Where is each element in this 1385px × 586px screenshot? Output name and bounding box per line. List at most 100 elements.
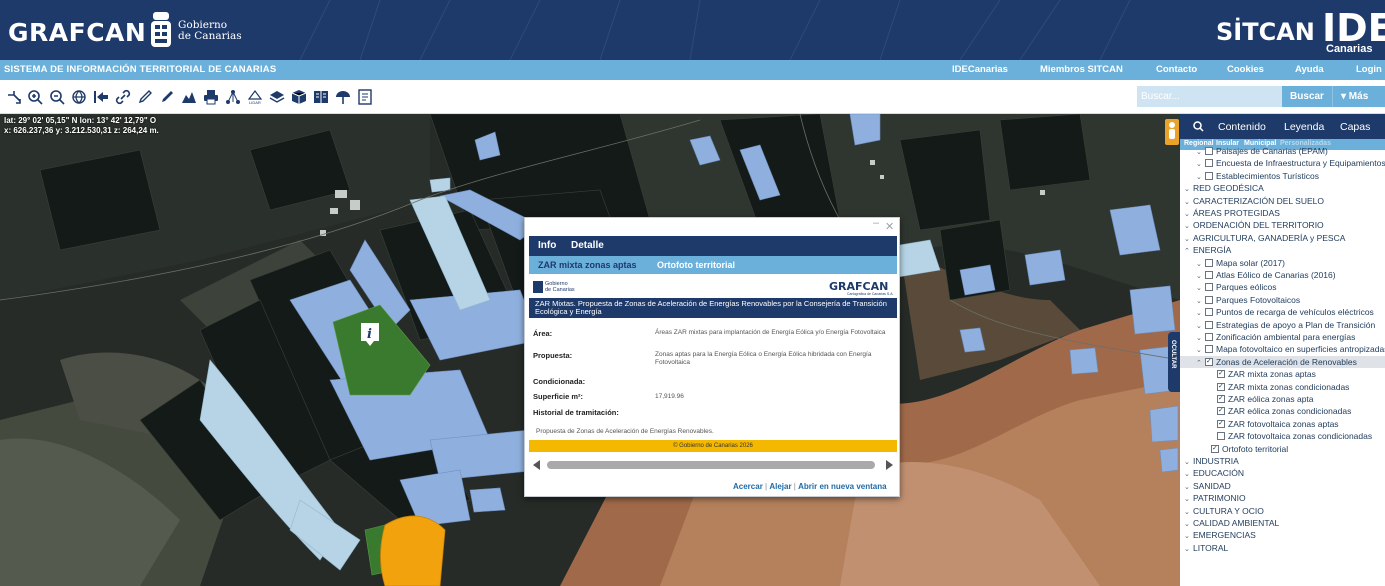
layer-tree-item[interactable]: ZAR eólica zonas apta xyxy=(1180,393,1385,405)
layer-tree-item[interactable]: ⌄ ORDENACIÓN DEL TERRITORIO xyxy=(1180,219,1385,231)
network-icon[interactable] xyxy=(225,89,241,105)
tab-leyenda[interactable]: Leyenda xyxy=(1284,121,1324,133)
layer-tree-item[interactable]: ⌄ Zonificación ambiental para energías xyxy=(1180,331,1385,343)
layer-tree-item[interactable]: ZAR eólica zonas condicionadas xyxy=(1180,405,1385,417)
document-icon[interactable] xyxy=(357,89,373,105)
nav-link-miembros[interactable]: Miembros SITCAN xyxy=(1040,64,1123,75)
nav-link-contacto[interactable]: Contacto xyxy=(1156,64,1197,75)
layer-tree-item[interactable]: ⌄ Puntos de recarga de vehículos eléctric… xyxy=(1180,306,1385,318)
layer-checkbox[interactable] xyxy=(1205,283,1213,292)
layer-tree-item[interactable]: ⌄ CARACTERIZACIÓN DEL SUELO xyxy=(1180,195,1385,207)
scroll-left-icon[interactable] xyxy=(533,460,540,470)
scroll-thumb[interactable] xyxy=(547,461,875,469)
nav-link-cookies[interactable]: Cookies xyxy=(1227,64,1264,75)
layer-tree-item[interactable]: ⌄ Atlas Eólico de Canarias (2016) xyxy=(1180,269,1385,281)
layer-checkbox[interactable] xyxy=(1205,333,1213,341)
nav-link-login[interactable]: Login xyxy=(1356,64,1382,75)
layer-tree-item[interactable]: ⌄ ÁREAS PROTEGIDAS xyxy=(1180,207,1385,219)
layer-tree-item[interactable]: ⌄ Encuesta de Infraestructura y Equipamie… xyxy=(1180,157,1385,169)
layer-checkbox[interactable] xyxy=(1205,159,1213,168)
scroll-right-icon[interactable] xyxy=(886,460,893,470)
layer-checkbox[interactable] xyxy=(1205,271,1213,279)
layer-checkbox[interactable] xyxy=(1217,393,1225,405)
layer-tree-item[interactable]: ⌄ EMERGENCIAS xyxy=(1180,529,1385,541)
nav-link-idecanarias[interactable]: IDECanarias xyxy=(952,64,1008,75)
print-icon[interactable] xyxy=(203,89,219,105)
globe-icon[interactable] xyxy=(71,89,87,105)
alejar-link[interactable]: Alejar xyxy=(769,482,791,491)
layer-tree-item[interactable]: ⌃Zonas de Aceleración de Renovables xyxy=(1180,355,1385,368)
horizontal-scrollbar[interactable] xyxy=(533,459,893,471)
layer-tree-item[interactable]: ⌄ PATRIMONIO xyxy=(1180,492,1385,504)
acercar-link[interactable]: Acercar xyxy=(733,482,763,491)
layer-tree-item[interactable]: ⌄ INDUSTRIA xyxy=(1180,455,1385,467)
search-icon[interactable] xyxy=(1193,121,1204,132)
layer-tree-item[interactable]: ⌄ EDUCACIÓN xyxy=(1180,467,1385,479)
layer-checkbox[interactable] xyxy=(1217,368,1225,380)
tab-ortofoto[interactable]: Ortofoto territorial xyxy=(657,260,735,270)
sitcan-logo[interactable]: SİTCAN xyxy=(1216,18,1315,46)
layer-tree-item[interactable]: ⌄ CALIDAD AMBIENTAL xyxy=(1180,517,1385,529)
layer-checkbox[interactable] xyxy=(1205,320,1213,329)
layer-tree-item[interactable]: ⌄ SANIDAD xyxy=(1180,480,1385,492)
close-icon[interactable]: ✕ xyxy=(885,220,894,233)
abrir-nueva-ventana-link[interactable]: Abrir en nueva ventana xyxy=(798,482,886,491)
lidar-icon[interactable]: LIDAR xyxy=(247,89,263,105)
layer-tree-item[interactable]: ⌄ CULTURA Y OCIO xyxy=(1180,505,1385,517)
chevron-down-icon[interactable]: ⌄ xyxy=(1184,544,1193,556)
layer-tree-item[interactable]: ⌄ RED GEODÉSICA xyxy=(1180,182,1385,194)
pencil-icon[interactable] xyxy=(159,89,175,105)
book-icon[interactable] xyxy=(313,89,329,105)
layer-tree-item[interactable]: ⌄ LITORAL xyxy=(1180,542,1385,554)
layer-checkbox[interactable] xyxy=(1205,171,1213,180)
layer-tree-item[interactable]: ZAR fotovoltaica zonas aptas xyxy=(1180,418,1385,430)
hide-panel-tab[interactable]: OCULTAR xyxy=(1168,332,1180,392)
pencil-outline-icon[interactable] xyxy=(137,89,153,105)
select-icon[interactable] xyxy=(6,89,22,105)
map-view[interactable]: i lat: 29° 02' 05,15" N lon: 13° 42' 12,… xyxy=(0,114,1180,586)
minimize-icon[interactable]: ‒ xyxy=(873,217,879,229)
layer-checkbox[interactable] xyxy=(1205,308,1213,317)
zoom-in-icon[interactable] xyxy=(27,89,43,105)
back-icon[interactable] xyxy=(93,89,109,105)
layer-checkbox[interactable] xyxy=(1205,295,1213,304)
parachute-icon[interactable] xyxy=(335,89,351,105)
pegman-icon[interactable] xyxy=(1165,119,1179,145)
layer-tree-item[interactable]: ⌄ Mapa fotovoltaico en superficies antrop… xyxy=(1180,343,1385,355)
layer-checkbox[interactable] xyxy=(1205,147,1213,155)
layer-checkbox[interactable] xyxy=(1217,405,1225,417)
layer-tree-item[interactable]: ⌄ Establecimientos Turísticos xyxy=(1180,170,1385,182)
nav-link-ayuda[interactable]: Ayuda xyxy=(1295,64,1324,75)
link-icon[interactable] xyxy=(115,89,131,105)
zoom-out-icon[interactable] xyxy=(49,89,65,105)
layer-tree-item[interactable]: Ortofoto territorial xyxy=(1180,443,1385,455)
profile-icon[interactable] xyxy=(181,89,197,105)
layers-icon[interactable] xyxy=(269,89,285,105)
layer-tree-item[interactable]: ZAR mixta zonas aptas xyxy=(1180,368,1385,380)
tab-contenido[interactable]: Contenido xyxy=(1218,121,1266,133)
tab-zar-mixta[interactable]: ZAR mixta zonas aptas xyxy=(538,260,637,270)
tab-detalle[interactable]: Detalle xyxy=(571,240,604,251)
layer-tree-item[interactable]: ⌄ Paisajes de Canarias (EPAM) xyxy=(1180,145,1385,157)
layer-tree-item[interactable]: ⌄ Estrategias de apoyo a Plan de Transici… xyxy=(1180,319,1385,331)
layer-checkbox[interactable] xyxy=(1217,381,1225,393)
layer-tree-item[interactable]: ⌄ Parques Fotovoltaicos xyxy=(1180,294,1385,306)
3d-icon[interactable] xyxy=(291,89,307,105)
grafcan-logo[interactable]: GRAFCAN xyxy=(8,18,146,47)
layer-checkbox[interactable] xyxy=(1205,345,1213,354)
layer-tree-item[interactable]: ZAR mixta zonas condicionadas xyxy=(1180,381,1385,393)
tab-info[interactable]: Info xyxy=(538,240,556,251)
search-button[interactable]: Buscar xyxy=(1282,86,1332,107)
layer-tree-item[interactable]: ⌄ Mapa solar (2017) xyxy=(1180,257,1385,269)
layer-checkbox[interactable] xyxy=(1217,418,1225,430)
layer-tree-item[interactable]: ⌃ ENERGÍA xyxy=(1180,244,1385,256)
more-button[interactable]: ▾ Más xyxy=(1332,86,1385,107)
layer-checkbox[interactable] xyxy=(1211,443,1219,455)
layer-tree-item[interactable]: ⌄ AGRICULTURA, GANADERÍA y PESCA xyxy=(1180,232,1385,244)
layer-checkbox[interactable] xyxy=(1205,356,1213,368)
tab-capas[interactable]: Capas xyxy=(1340,121,1370,133)
layer-checkbox[interactable] xyxy=(1205,258,1213,267)
search-input[interactable] xyxy=(1137,86,1282,107)
layer-checkbox[interactable] xyxy=(1217,432,1225,441)
layer-tree-item[interactable]: ZAR fotovoltaica zonas condicionadas xyxy=(1180,430,1385,442)
